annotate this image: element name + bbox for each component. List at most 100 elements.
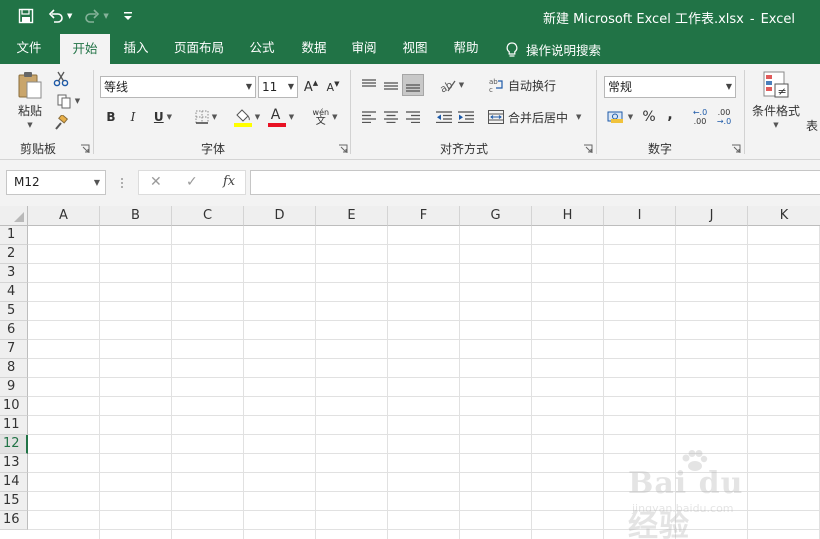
- select-all-button[interactable]: [0, 206, 28, 226]
- phonetic-dropdown-icon[interactable]: ▼: [332, 113, 337, 121]
- copy-dropdown-icon[interactable]: ▼: [75, 97, 80, 105]
- row-header[interactable]: 15: [0, 492, 28, 511]
- column-header[interactable]: D: [244, 206, 316, 226]
- borders-button[interactable]: ▼: [190, 108, 222, 126]
- column-header[interactable]: J: [676, 206, 748, 226]
- tab-insert[interactable]: 插入: [114, 32, 158, 64]
- tab-help[interactable]: 帮助: [444, 32, 488, 64]
- tab-home[interactable]: 开始: [60, 34, 110, 64]
- redo-button[interactable]: ▼: [84, 6, 109, 26]
- row-header[interactable]: 6: [0, 321, 28, 340]
- conditional-format-dropdown-icon[interactable]: ▼: [773, 121, 778, 129]
- formula-input[interactable]: [250, 170, 820, 195]
- cut-button[interactable]: [52, 70, 70, 88]
- row-header-active[interactable]: 12: [0, 435, 28, 454]
- cancel-icon[interactable]: ✕: [150, 174, 162, 190]
- paste-button[interactable]: 粘贴 ▼: [12, 70, 48, 134]
- more-options-icon[interactable]: [120, 177, 124, 189]
- number-launcher-icon[interactable]: [731, 144, 741, 154]
- column-header[interactable]: G: [460, 206, 532, 226]
- font-color-dropdown-icon[interactable]: ▼: [289, 113, 294, 121]
- bold-button[interactable]: B: [102, 108, 120, 126]
- redo-dropdown-icon[interactable]: ▼: [103, 12, 108, 20]
- tab-file[interactable]: 文件: [6, 32, 52, 64]
- wrap-text-button[interactable]: ab c 自动换行: [488, 76, 560, 94]
- format-painter-button[interactable]: [52, 114, 70, 132]
- name-box[interactable]: M12 ▼: [6, 170, 106, 195]
- comma-style-button[interactable]: ,: [662, 106, 678, 124]
- fill-color-button[interactable]: ▼: [232, 106, 262, 128]
- column-header[interactable]: A: [28, 206, 100, 226]
- percent-style-button[interactable]: %: [640, 108, 658, 126]
- number-format-select[interactable]: 常规 ▼: [604, 76, 736, 98]
- check-icon[interactable]: ✓: [186, 174, 198, 190]
- decrease-decimal-button[interactable]: .00 →.0: [714, 106, 734, 128]
- align-bottom-button[interactable]: [402, 74, 424, 96]
- font-name-select[interactable]: 等线 ▼: [100, 76, 256, 98]
- align-center-button[interactable]: [382, 108, 400, 126]
- row-header[interactable]: 5: [0, 302, 28, 321]
- decrease-font-button[interactable]: A ▼: [324, 78, 342, 96]
- row-header[interactable]: 11: [0, 416, 28, 435]
- row-header[interactable]: 10: [0, 397, 28, 416]
- merge-center-button[interactable]: 合并后居中 ▼: [488, 108, 584, 126]
- row-header[interactable]: 9: [0, 378, 28, 397]
- row-header[interactable]: 16: [0, 511, 28, 530]
- paste-dropdown-icon[interactable]: ▼: [27, 121, 32, 129]
- column-header[interactable]: I: [604, 206, 676, 226]
- conditional-format-button[interactable]: ≠ 条件格式 ▼: [750, 70, 802, 136]
- column-header[interactable]: K: [748, 206, 820, 226]
- row-header[interactable]: 1: [0, 226, 28, 245]
- undo-dropdown-icon[interactable]: ▼: [67, 12, 72, 20]
- fill-color-dropdown-icon[interactable]: ▼: [255, 113, 260, 121]
- insert-function-button[interactable]: fx: [223, 174, 235, 189]
- tab-data[interactable]: 数据: [292, 32, 336, 64]
- row-header[interactable]: 7: [0, 340, 28, 359]
- phonetic-guide-button[interactable]: wén 文 ▼: [308, 106, 342, 128]
- row-header[interactable]: 3: [0, 264, 28, 283]
- accounting-format-button[interactable]: ▼: [604, 108, 636, 126]
- tab-view[interactable]: 视图: [393, 32, 437, 64]
- row-header[interactable]: 2: [0, 245, 28, 264]
- column-header[interactable]: E: [316, 206, 388, 226]
- underline-button[interactable]: U ▼: [146, 108, 180, 126]
- increase-indent-button[interactable]: [456, 108, 476, 126]
- column-header[interactable]: C: [172, 206, 244, 226]
- align-top-button[interactable]: [360, 76, 378, 94]
- tell-me-search[interactable]: 操作说明搜索: [506, 40, 601, 59]
- tab-formulas[interactable]: 公式: [240, 32, 284, 64]
- alignment-launcher-icon[interactable]: [583, 144, 593, 154]
- tab-page-layout[interactable]: 页面布局: [166, 32, 232, 64]
- font-size-select[interactable]: 11 ▼: [258, 76, 298, 98]
- align-left-button[interactable]: [360, 108, 378, 126]
- column-header[interactable]: H: [532, 206, 604, 226]
- column-header[interactable]: F: [388, 206, 460, 226]
- font-launcher-icon[interactable]: [338, 144, 348, 154]
- copy-button[interactable]: ▼: [52, 92, 84, 110]
- clipboard-launcher-icon[interactable]: [80, 144, 90, 154]
- increase-font-button[interactable]: A ▲: [302, 78, 320, 96]
- column-header[interactable]: B: [100, 206, 172, 226]
- row-header[interactable]: 8: [0, 359, 28, 378]
- tab-review[interactable]: 审阅: [342, 32, 386, 64]
- merge-dropdown-icon[interactable]: ▼: [576, 113, 581, 121]
- orientation-dropdown-icon[interactable]: ▼: [459, 81, 464, 89]
- row-header[interactable]: 13: [0, 454, 28, 473]
- save-button[interactable]: [18, 6, 34, 26]
- decrease-indent-button[interactable]: [434, 108, 454, 126]
- customize-icon: [123, 12, 132, 20]
- align-right-button[interactable]: [404, 108, 422, 126]
- format-as-table-button[interactable]: 表: [806, 116, 820, 134]
- borders-dropdown-icon[interactable]: ▼: [212, 113, 217, 121]
- align-middle-button[interactable]: [382, 76, 400, 94]
- row-header[interactable]: 14: [0, 473, 28, 492]
- accounting-dropdown-icon[interactable]: ▼: [628, 113, 633, 121]
- row-header[interactable]: 4: [0, 283, 28, 302]
- increase-decimal-button[interactable]: ←.0 .00: [690, 106, 710, 128]
- italic-button[interactable]: I: [124, 108, 142, 126]
- undo-button[interactable]: ▼: [48, 6, 72, 26]
- orientation-button[interactable]: ab ▼: [436, 76, 466, 94]
- customize-qat-button[interactable]: [123, 6, 133, 26]
- underline-dropdown-icon[interactable]: ▼: [167, 113, 172, 121]
- font-color-button[interactable]: A ▼: [266, 106, 296, 128]
